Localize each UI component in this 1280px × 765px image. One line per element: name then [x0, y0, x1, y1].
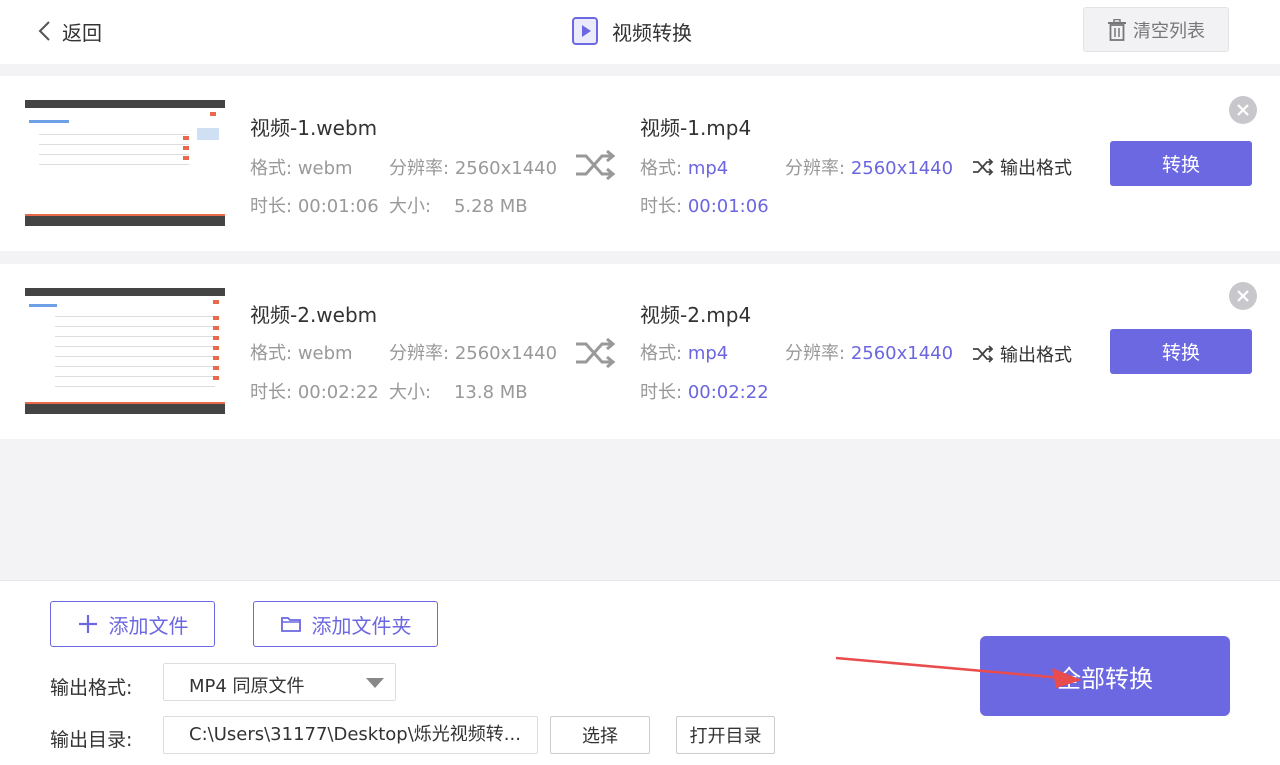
chevron-left-icon	[38, 21, 50, 41]
add-file-button[interactable]: 添加文件	[50, 601, 215, 647]
open-dir-button[interactable]: 打开目录	[676, 716, 775, 754]
shuffle-icon	[973, 345, 994, 363]
page-title-text: 视频转换	[612, 20, 692, 45]
page-title: 视频转换	[570, 14, 692, 48]
chevron-down-icon	[366, 678, 384, 688]
shuffle-convert-icon	[576, 149, 616, 181]
source-format: 格式: webm	[250, 343, 353, 364]
output-file-name: 视频-1.mp4	[640, 116, 752, 140]
video-play-icon	[572, 17, 598, 45]
source-resolution: 分辨率: 2560x1440	[389, 158, 558, 179]
clear-list-label: 清空列表	[1133, 20, 1205, 42]
output-format-label: 输出格式:	[50, 677, 133, 699]
file-row: 视频-2.webm 格式: webm 分辨率: 2560x1440 时长: 00…	[0, 264, 1280, 439]
top-bar: 返回 视频转换 清空列表	[0, 0, 1280, 64]
source-file-name: 视频-1.webm	[250, 116, 378, 140]
output-format: 格式: mp4	[640, 343, 729, 364]
output-duration: 时长: 00:01:06	[640, 196, 769, 217]
trash-icon	[1108, 18, 1126, 41]
clear-list-button[interactable]: 清空列表	[1083, 7, 1229, 52]
choose-dir-button[interactable]: 选择	[550, 716, 650, 754]
output-resolution: 分辨率: 2560x1440	[785, 343, 954, 364]
folder-icon	[280, 617, 301, 632]
output-format: 格式: mp4	[640, 158, 729, 179]
video-thumbnail	[25, 100, 225, 226]
source-duration: 时长: 00:02:22	[250, 382, 379, 403]
source-duration: 时长: 00:01:06	[250, 196, 379, 217]
output-file-name: 视频-2.mp4	[640, 303, 752, 327]
output-format-value: MP4 同原文件	[189, 676, 305, 697]
source-size: 大小: 5.28 MB	[389, 196, 528, 217]
output-resolution: 分辨率: 2560x1440	[785, 158, 954, 179]
source-format: 格式: webm	[250, 158, 353, 179]
output-format-button[interactable]: 输出格式	[972, 154, 1072, 180]
shuffle-icon	[973, 158, 994, 176]
source-file-name: 视频-2.webm	[250, 303, 378, 327]
remove-file-button[interactable]	[1229, 282, 1257, 310]
file-row: 视频-1.webm 格式: webm 分辨率: 2560x1440 时长: 00…	[0, 76, 1280, 251]
add-folder-button[interactable]: 添加文件夹	[253, 601, 438, 647]
source-size: 大小: 13.8 MB	[389, 382, 528, 403]
output-dir-field[interactable]: C:\Users\31177\Desktop\烁光视频转...	[163, 716, 538, 754]
output-format-button[interactable]: 输出格式	[972, 341, 1072, 367]
output-dir-label: 输出目录:	[50, 729, 133, 751]
back-button[interactable]: 返回	[36, 16, 102, 46]
convert-all-button[interactable]: 全部转换	[980, 636, 1230, 716]
source-resolution: 分辨率: 2560x1440	[389, 343, 558, 364]
output-format-select[interactable]: MP4 同原文件	[163, 663, 396, 701]
close-icon	[1237, 104, 1249, 116]
plus-icon	[78, 615, 97, 633]
remove-file-button[interactable]	[1229, 96, 1257, 124]
bottom-panel: 添加文件 添加文件夹 输出格式: MP4 同原文件 输出目录: C:\Users…	[0, 580, 1280, 765]
back-label: 返回	[62, 20, 102, 45]
shuffle-convert-icon	[576, 337, 616, 369]
convert-button[interactable]: 转换	[1110, 329, 1252, 374]
close-icon	[1237, 290, 1249, 302]
convert-button[interactable]: 转换	[1110, 141, 1252, 186]
video-thumbnail	[25, 288, 225, 414]
output-duration: 时长: 00:02:22	[640, 382, 769, 403]
